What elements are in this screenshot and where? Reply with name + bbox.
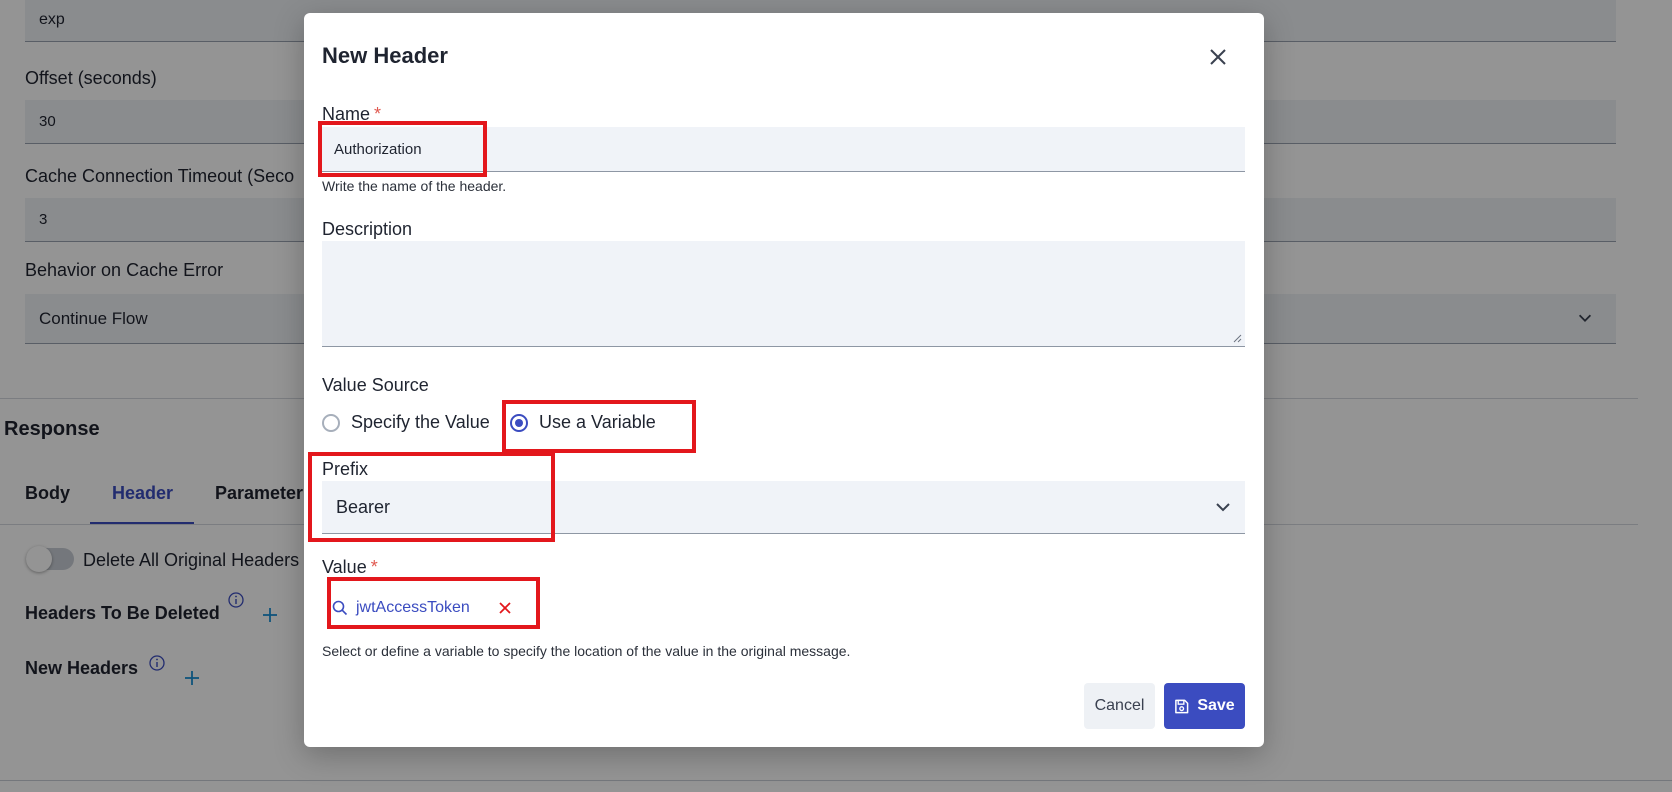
radio-specify-value[interactable]: Specify the Value bbox=[322, 412, 490, 433]
new-header-dialog: New Header Name * Authorization Write the… bbox=[304, 13, 1264, 747]
save-button-label: Save bbox=[1197, 697, 1235, 714]
prefix-label: Prefix bbox=[322, 459, 369, 479]
radio-unchecked-icon bbox=[322, 413, 340, 432]
value-help-text: Select or define a variable to specify t… bbox=[322, 643, 851, 659]
prefix-select[interactable]: Bearer bbox=[322, 481, 1245, 534]
name-label-text: Name bbox=[322, 104, 371, 124]
close-button[interactable] bbox=[1204, 43, 1232, 71]
radio-use-variable[interactable]: Use a Variable bbox=[510, 412, 656, 433]
search-icon bbox=[332, 600, 348, 616]
radio-dot bbox=[515, 418, 523, 427]
name-label: Name * bbox=[322, 104, 381, 125]
close-icon bbox=[1210, 49, 1226, 65]
description-label: Description bbox=[322, 219, 413, 239]
name-input[interactable]: Authorization bbox=[322, 127, 1245, 172]
name-help-text: Write the name of the header. bbox=[322, 178, 507, 194]
chevron-down-icon bbox=[1216, 503, 1230, 512]
required-mark: * bbox=[374, 104, 382, 124]
cancel-button[interactable]: Cancel bbox=[1084, 683, 1155, 729]
value-label-text: Value bbox=[322, 557, 367, 577]
name-input-value: Authorization bbox=[334, 140, 422, 158]
required-mark: * bbox=[370, 557, 378, 577]
variable-chip[interactable]: jwtAccessToken bbox=[332, 599, 530, 617]
radio-variable-label: Use a Variable bbox=[539, 412, 656, 432]
description-textarea[interactable] bbox=[322, 241, 1245, 347]
dialog-title: New Header bbox=[322, 43, 448, 68]
prefix-selected-value: Bearer bbox=[336, 496, 391, 517]
value-source-label: Value Source bbox=[322, 375, 429, 395]
clear-variable-icon[interactable] bbox=[498, 601, 512, 615]
save-icon bbox=[1175, 699, 1189, 713]
save-button[interactable]: Save bbox=[1164, 683, 1245, 729]
resize-handle-icon[interactable] bbox=[1232, 333, 1242, 343]
radio-specify-label: Specify the Value bbox=[351, 412, 490, 432]
radio-checked-icon bbox=[510, 413, 528, 432]
variable-name: jwtAccessToken bbox=[356, 599, 470, 616]
value-label: Value * bbox=[322, 557, 378, 578]
cancel-button-label: Cancel bbox=[1094, 697, 1145, 714]
